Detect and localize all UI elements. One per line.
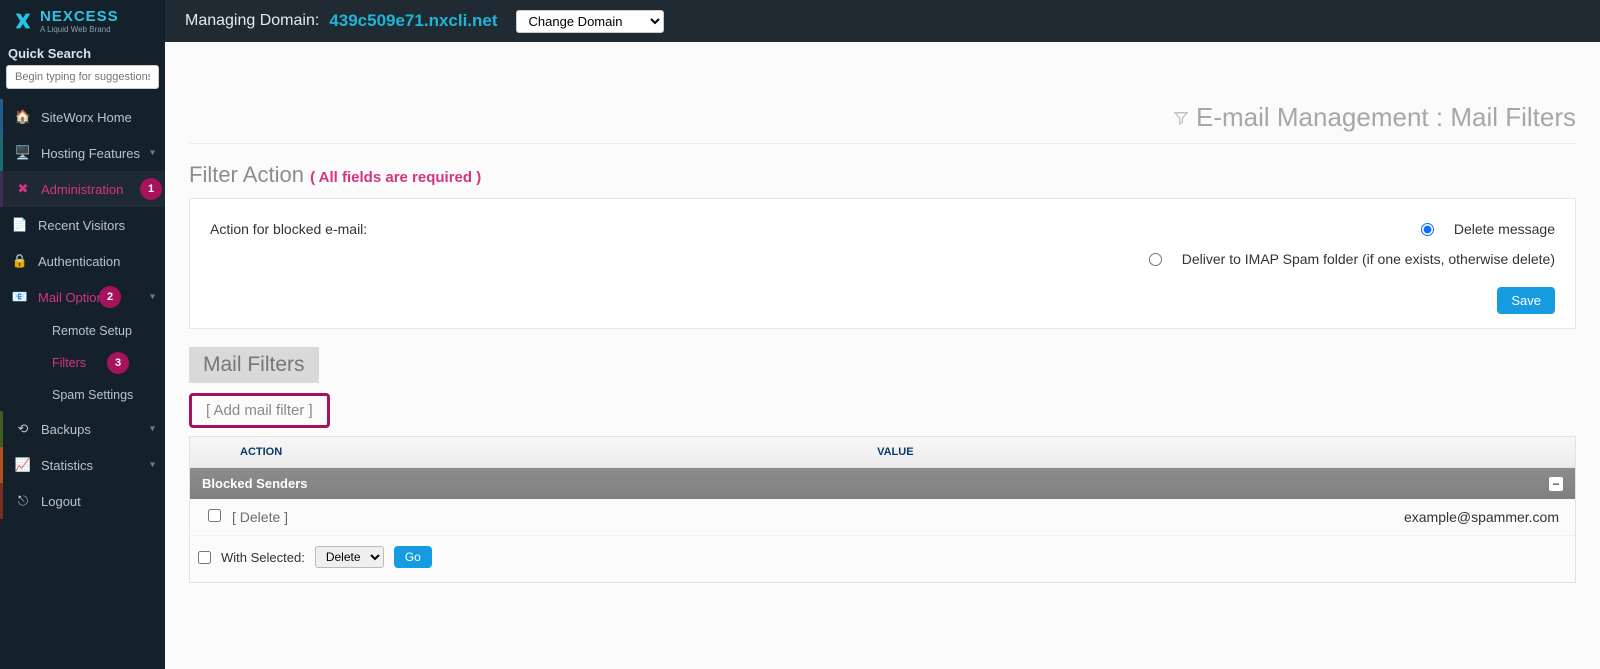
change-domain-select[interactable]: Change Domain bbox=[516, 10, 664, 33]
radio-deliver-spam-folder[interactable] bbox=[1149, 253, 1162, 266]
backup-icon: ⟲ bbox=[15, 421, 31, 437]
filter-action-card: Action for blocked e-mail: Delete messag… bbox=[189, 198, 1576, 329]
home-icon: 🏠 bbox=[15, 109, 31, 125]
col-header-value[interactable]: VALUE bbox=[867, 437, 1575, 467]
option-label: Deliver to IMAP Spam folder (if one exis… bbox=[1182, 251, 1555, 267]
nav-sub-remote-setup[interactable]: Remote Setup bbox=[40, 315, 165, 347]
page-title-text: E-mail Management : Mail Filters bbox=[1196, 102, 1576, 133]
chevron-down-icon: ▾ bbox=[150, 424, 155, 435]
nav-sub-filters[interactable]: Filters 3 bbox=[40, 347, 165, 379]
radio-delete-message[interactable] bbox=[1421, 223, 1434, 236]
option-deliver-spam-folder[interactable]: Deliver to IMAP Spam folder (if one exis… bbox=[1017, 251, 1555, 267]
brand-logo-icon bbox=[12, 10, 34, 32]
nav-label: Backups bbox=[41, 422, 91, 437]
mail-filters-table: ACTION VALUE Blocked Senders − [ Delete … bbox=[189, 436, 1576, 583]
step-badge-1: 1 bbox=[140, 178, 162, 200]
nav-label: Statistics bbox=[41, 458, 93, 473]
nav-mail-submenu: Remote Setup Filters 3 Spam Settings bbox=[0, 315, 165, 411]
managing-domain-label: Managing Domain: bbox=[185, 12, 319, 30]
filter-action-heading-text: Filter Action bbox=[189, 162, 304, 187]
add-mail-filter-link[interactable]: [ Add mail filter ] bbox=[189, 393, 330, 428]
page-title: E-mail Management : Mail Filters bbox=[189, 102, 1576, 144]
content: E-mail Management : Mail Filters Filter … bbox=[165, 42, 1600, 607]
nav-sub-label: Filters bbox=[52, 356, 86, 370]
nav-administration[interactable]: ✖ Administration 1 bbox=[0, 171, 165, 207]
visitors-icon: 📄 bbox=[12, 217, 28, 233]
nav-sub-spam-settings[interactable]: Spam Settings bbox=[40, 379, 165, 411]
logout-icon: ⎋ bbox=[15, 493, 31, 509]
chart-icon: 📈 bbox=[15, 457, 31, 473]
group-blocked-senders[interactable]: Blocked Senders − bbox=[190, 468, 1575, 499]
save-button[interactable]: Save bbox=[1497, 287, 1555, 314]
current-domain: 439c509e71.nxcli.net bbox=[329, 11, 497, 31]
group-label: Blocked Senders bbox=[202, 476, 308, 491]
nav-mail-options[interactable]: 📧 Mail Options 2 ▾ bbox=[0, 279, 165, 315]
nav-label: Administration bbox=[41, 182, 123, 197]
nav-label: Recent Visitors bbox=[38, 218, 125, 233]
monitor-icon: 🖥️ bbox=[15, 145, 31, 161]
nav-label: Logout bbox=[41, 494, 81, 509]
sidebar: NEXCESS A Liquid Web Brand Quick Search … bbox=[0, 0, 165, 669]
topbar: Managing Domain: 439c509e71.nxcli.net Ch… bbox=[165, 0, 1600, 42]
nav-label: SiteWorx Home bbox=[41, 110, 132, 125]
nav-backups[interactable]: ⟲ Backups ▾ bbox=[0, 411, 165, 447]
quick-search-input[interactable] bbox=[6, 65, 159, 89]
nav-logout[interactable]: ⎋ Logout bbox=[0, 483, 165, 519]
nav-siteworx-home[interactable]: 🏠 SiteWorx Home bbox=[0, 99, 165, 135]
action-for-blocked-label: Action for blocked e-mail: bbox=[210, 221, 1017, 281]
mail-icon: 📧 bbox=[12, 289, 28, 305]
tools-icon: ✖ bbox=[15, 181, 31, 197]
table-header: ACTION VALUE bbox=[190, 437, 1575, 468]
svg-text:NEXCESS: NEXCESS bbox=[40, 8, 119, 24]
row-delete-link[interactable]: [ Delete ] bbox=[232, 509, 288, 525]
funnel-icon bbox=[1174, 111, 1188, 125]
go-button[interactable]: Go bbox=[394, 546, 432, 568]
chevron-down-icon: ▾ bbox=[150, 148, 155, 159]
nav-label: Authentication bbox=[38, 254, 120, 269]
main-region: Managing Domain: 439c509e71.nxcli.net Ch… bbox=[165, 0, 1600, 669]
step-badge-3: 3 bbox=[107, 352, 129, 374]
lock-icon: 🔒 bbox=[12, 253, 28, 269]
brand: NEXCESS A Liquid Web Brand bbox=[0, 0, 165, 40]
brand-wordmark-icon: NEXCESS bbox=[40, 8, 132, 24]
table-row: [ Delete ] example@spammer.com bbox=[190, 499, 1575, 536]
option-label: Delete message bbox=[1454, 221, 1555, 237]
nav-recent-visitors[interactable]: 📄 Recent Visitors bbox=[0, 207, 165, 243]
step-badge-2: 2 bbox=[99, 286, 121, 308]
chevron-down-icon: ▾ bbox=[150, 460, 155, 471]
nav-hosting-features[interactable]: 🖥️ Hosting Features ▾ bbox=[0, 135, 165, 171]
row-value: example@spammer.com bbox=[860, 509, 1567, 525]
filter-action-heading: Filter Action ( All fields are required … bbox=[189, 162, 1576, 188]
row-checkbox[interactable] bbox=[208, 509, 221, 522]
option-delete-message[interactable]: Delete message bbox=[1017, 221, 1555, 237]
collapse-icon[interactable]: − bbox=[1549, 477, 1563, 491]
mail-filters-heading: Mail Filters bbox=[189, 347, 319, 383]
required-note: ( All fields are required ) bbox=[310, 169, 481, 186]
select-all-checkbox[interactable] bbox=[198, 551, 211, 564]
table-footer: With Selected: Delete Go bbox=[190, 536, 1575, 582]
chevron-down-icon: ▾ bbox=[150, 292, 155, 303]
quick-search-label: Quick Search bbox=[0, 40, 165, 65]
nav-authentication[interactable]: 🔒 Authentication bbox=[0, 243, 165, 279]
nav-label: Hosting Features bbox=[41, 146, 140, 161]
with-selected-label: With Selected: bbox=[221, 550, 305, 565]
brand-tagline: A Liquid Web Brand bbox=[40, 25, 132, 34]
bulk-action-select[interactable]: Delete bbox=[315, 546, 384, 568]
col-header-action[interactable]: ACTION bbox=[230, 437, 867, 467]
nav-statistics[interactable]: 📈 Statistics ▾ bbox=[0, 447, 165, 483]
